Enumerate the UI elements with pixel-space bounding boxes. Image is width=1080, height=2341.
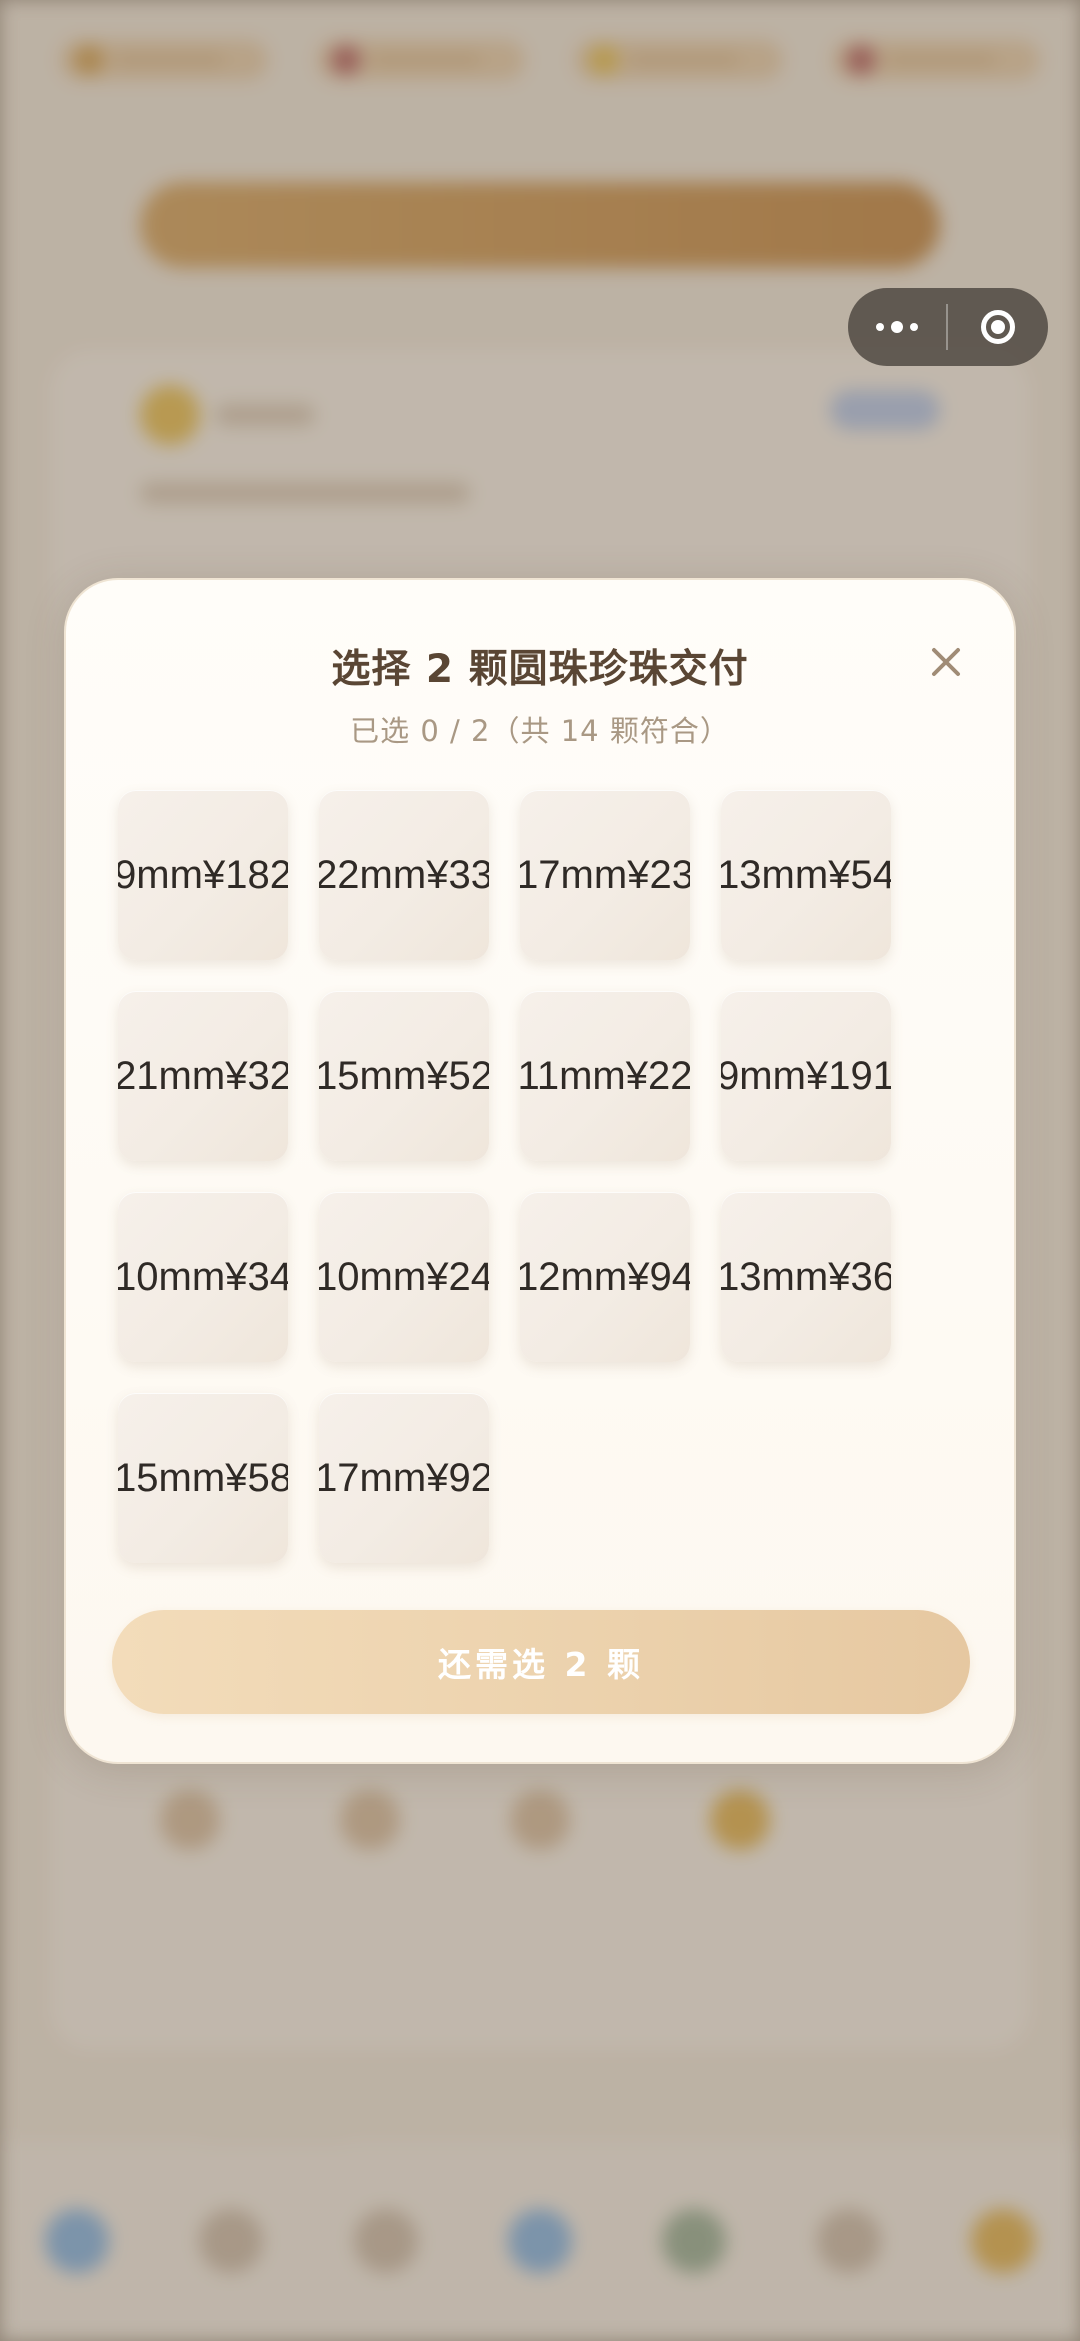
pearl-label: 9mm¥182 xyxy=(118,852,288,897)
miniprogram-capsule xyxy=(848,288,1048,366)
confirm-button[interactable]: 还需选 2 颗 xyxy=(112,1610,970,1714)
pearl-option[interactable]: 15mm¥58 xyxy=(118,1393,288,1563)
pearl-option[interactable]: 21mm¥32 xyxy=(118,991,288,1161)
pearl-option[interactable]: 10mm¥34 xyxy=(118,1192,288,1362)
pearl-label: 17mm¥92 xyxy=(319,1455,489,1500)
close-icon[interactable] xyxy=(916,632,976,692)
pearl-option[interactable]: 12mm¥94 xyxy=(520,1192,690,1362)
pearl-option[interactable]: 22mm¥33 xyxy=(319,790,489,960)
pearl-label: 10mm¥34 xyxy=(118,1254,288,1299)
pearl-label: 12mm¥94 xyxy=(520,1254,690,1299)
pearl-label: 10mm¥24 xyxy=(319,1254,489,1299)
pearl-option[interactable]: 13mm¥54 xyxy=(721,790,891,960)
pearl-label: 13mm¥54 xyxy=(721,852,891,897)
pearl-option[interactable]: 9mm¥191 xyxy=(721,991,891,1161)
pearl-option[interactable]: 10mm¥24 xyxy=(319,1192,489,1362)
pearl-label: 11mm¥22 xyxy=(520,1053,690,1098)
pearl-option[interactable]: 15mm¥52 xyxy=(319,991,489,1161)
pearl-option[interactable]: 11mm¥22 xyxy=(520,991,690,1161)
modal-title: 选择 2 颗圆珠珍珠交付 xyxy=(331,647,749,692)
pearl-option[interactable]: 13mm¥36 xyxy=(721,1192,891,1362)
selection-counter: 已选 0 / 2（共 14 颗符合） xyxy=(350,714,730,748)
target-close-icon[interactable] xyxy=(948,288,1048,366)
more-dots-icon[interactable] xyxy=(848,288,946,366)
pearl-label: 9mm¥191 xyxy=(721,1053,891,1098)
pearl-selection-modal: 选择 2 颗圆珠珍珠交付 已选 0 / 2（共 14 颗符合） 9mm¥182 … xyxy=(64,578,1016,1764)
pearl-label: 15mm¥58 xyxy=(118,1455,288,1500)
pearl-label: 21mm¥32 xyxy=(118,1053,288,1098)
pearl-label: 22mm¥33 xyxy=(319,852,489,897)
pearl-label: 13mm¥36 xyxy=(721,1254,891,1299)
pearl-label: 17mm¥23 xyxy=(520,852,690,897)
pearl-label: 15mm¥52 xyxy=(319,1053,489,1098)
pearl-option[interactable]: 9mm¥182 xyxy=(118,790,288,960)
pearl-option[interactable]: 17mm¥92 xyxy=(319,1393,489,1563)
pearl-option[interactable]: 17mm¥23 xyxy=(520,790,690,960)
pearl-grid: 9mm¥182 22mm¥33 17mm¥23 13mm¥54 21mm¥32 … xyxy=(118,790,938,1563)
